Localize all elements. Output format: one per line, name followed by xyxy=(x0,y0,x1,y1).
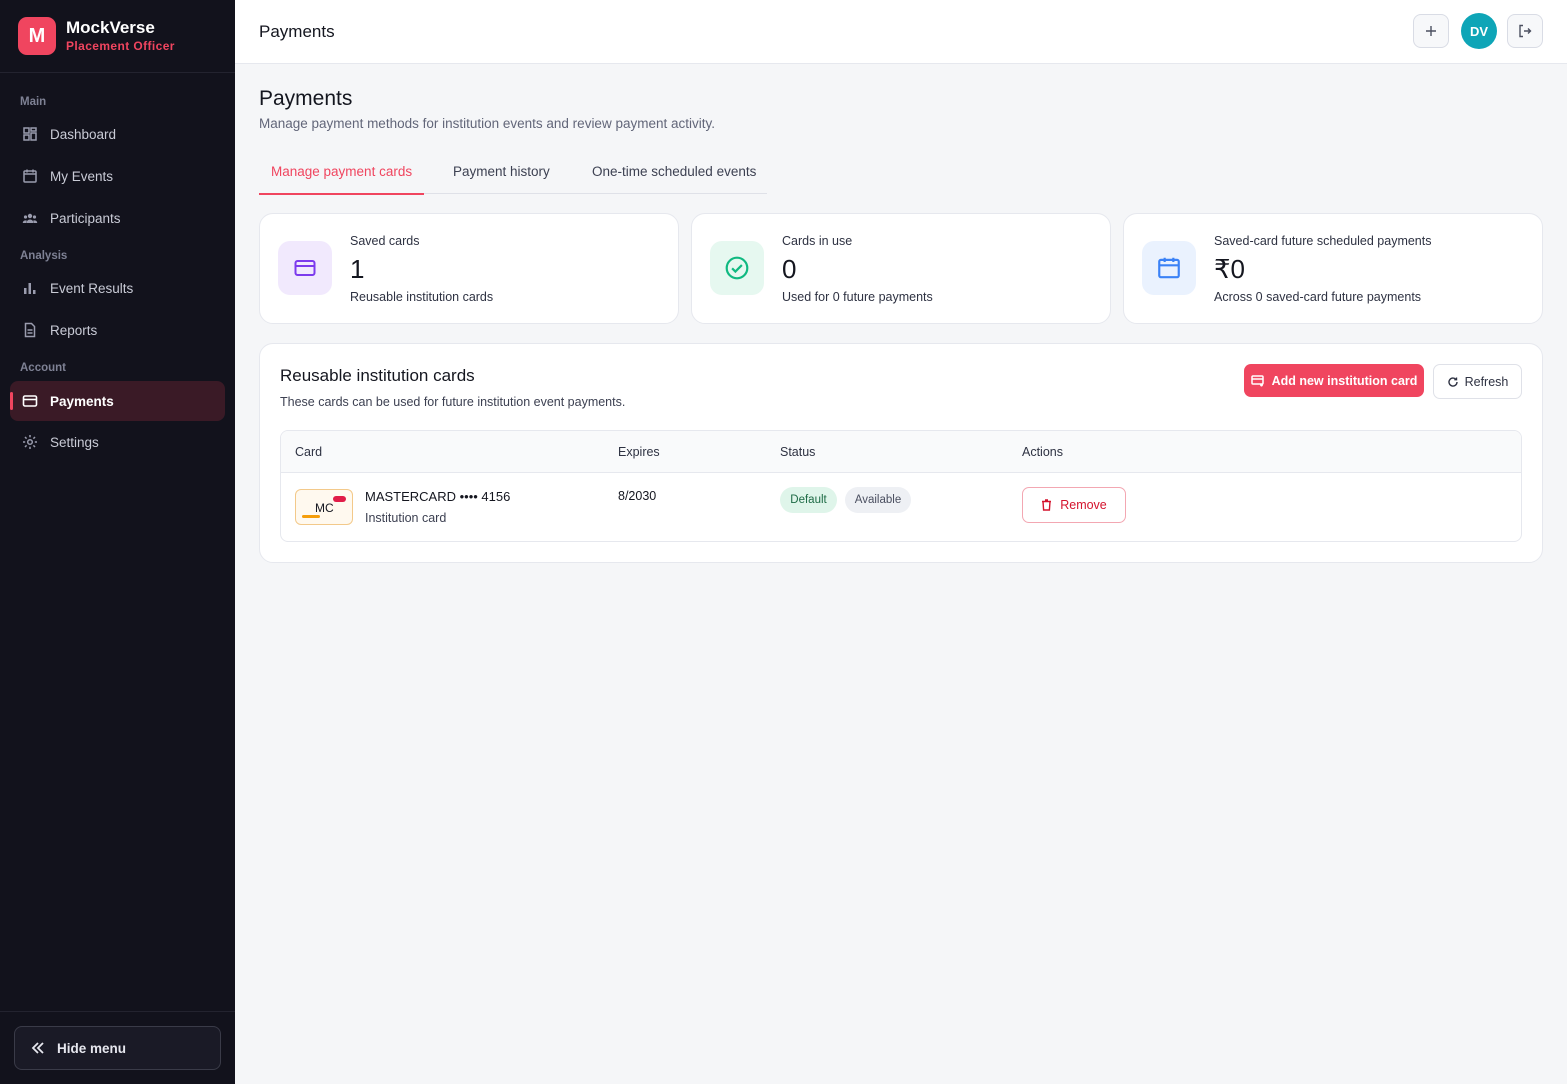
sidebar-item-label: Participants xyxy=(50,210,121,226)
sidebar-item-reports[interactable]: Reports xyxy=(10,310,225,350)
stat-label: Saved-card future scheduled payments xyxy=(1214,234,1432,248)
sidebar-item-settings[interactable]: Settings xyxy=(10,422,225,462)
card-expires: 8/2030 xyxy=(618,489,657,503)
stat-icon-wrap xyxy=(710,241,764,295)
add-institution-card-button[interactable]: Add new institution card xyxy=(1244,364,1424,397)
sidebar-item-participants[interactable]: Participants xyxy=(10,198,225,238)
cards-table: Card Expires Status Actions MC MASTERCAR… xyxy=(280,430,1522,542)
stat-value: ₹0 xyxy=(1214,254,1246,284)
add-card-icon xyxy=(1250,374,1264,386)
add-button[interactable] xyxy=(1413,14,1449,48)
hide-menu-label: Hide menu xyxy=(57,1040,127,1056)
check-circle-icon xyxy=(725,256,749,280)
column-header-status: Status xyxy=(780,445,816,459)
trash-icon xyxy=(1042,499,1052,511)
sidebar-item-label: Event Results xyxy=(50,280,134,296)
page-title: Payments xyxy=(259,87,353,110)
sidebar-item-my-events[interactable]: My Events xyxy=(10,156,225,196)
stat-sub: Across 0 saved-card future payments xyxy=(1214,290,1422,304)
stat-label: Saved cards xyxy=(350,234,420,248)
calendar-icon xyxy=(23,169,37,183)
refresh-button[interactable]: Refresh xyxy=(1433,364,1522,399)
refresh-label: Refresh xyxy=(1464,374,1509,389)
sidebar-item-dashboard[interactable]: Dashboard xyxy=(10,114,225,154)
column-header-card: Card xyxy=(295,445,323,459)
plus-icon xyxy=(1426,26,1436,36)
table-header: Card Expires Status Actions xyxy=(281,431,1521,473)
sidebar-footer: Hide menu xyxy=(0,1011,235,1084)
brand-logo: M xyxy=(18,17,56,55)
logout-button[interactable] xyxy=(1507,14,1543,48)
sidebar-item-label: My Events xyxy=(50,168,114,184)
stat-sub: Reusable institution cards xyxy=(350,290,494,304)
credit-card-icon xyxy=(22,395,38,407)
stat-card-saved-cards: Saved cards 1 Reusable institution cards xyxy=(259,213,679,324)
stat-card-cards-in-use: Cards in use 0 Used for 0 future payment… xyxy=(691,213,1111,324)
hide-menu-button[interactable]: Hide menu xyxy=(14,1026,221,1070)
institution-cards-panel: Reusable institution cards These cards c… xyxy=(259,343,1543,563)
tabs: Manage payment cards Payment history One… xyxy=(259,158,767,195)
nav-section-account: Account xyxy=(20,362,66,374)
card-name: MASTERCARD •••• 4156 xyxy=(365,489,511,504)
stat-card-future-payments: Saved-card future scheduled payments ₹0 … xyxy=(1123,213,1543,324)
tab-manage-payment-cards[interactable]: Manage payment cards xyxy=(259,158,424,195)
stat-value: 0 xyxy=(782,254,797,284)
dashboard-icon xyxy=(23,127,37,141)
sidebar-item-payments[interactable]: Payments xyxy=(10,381,225,421)
card-brand-abbrev: MC xyxy=(315,501,334,515)
remove-label: Remove xyxy=(1060,498,1107,512)
status-badge-available: Available xyxy=(845,487,911,513)
avatar[interactable]: DV xyxy=(1461,13,1497,49)
stat-icon-wrap xyxy=(278,241,332,295)
nav-section-analysis: Analysis xyxy=(20,250,68,262)
add-institution-card-label: Add new institution card xyxy=(1271,373,1418,388)
sidebar-item-label: Dashboard xyxy=(50,126,117,142)
refresh-icon xyxy=(1447,376,1458,387)
brand: M MockVerse Placement Officer xyxy=(0,0,235,73)
bar-chart-icon xyxy=(24,283,36,294)
topbar-title: Payments xyxy=(259,22,335,41)
credit-card-icon xyxy=(294,260,316,276)
sidebar: M MockVerse Placement Officer Main Dashb… xyxy=(0,0,235,1084)
stat-label: Cards in use xyxy=(782,234,853,248)
column-header-expires: Expires xyxy=(618,445,660,459)
tab-one-time-scheduled-events[interactable]: One-time scheduled events xyxy=(592,158,756,194)
sidebar-item-event-results[interactable]: Event Results xyxy=(10,268,225,308)
chevrons-left-icon xyxy=(31,1042,44,1054)
sidebar-item-label: Reports xyxy=(50,322,98,338)
users-icon xyxy=(22,213,38,223)
column-header-actions: Actions xyxy=(1022,445,1063,459)
sidebar-item-label: Payments xyxy=(50,393,114,409)
topbar: Payments DV xyxy=(235,0,1567,64)
mastercard-logo: MC xyxy=(295,489,353,525)
page-subtitle: Manage payment methods for institution e… xyxy=(259,116,715,131)
stat-icon-wrap xyxy=(1142,241,1196,295)
brand-name: MockVerse xyxy=(66,18,155,37)
calendar-icon xyxy=(1158,257,1180,279)
remove-card-button[interactable]: Remove xyxy=(1022,487,1126,523)
document-icon xyxy=(24,322,36,338)
tab-payment-history[interactable]: Payment history xyxy=(453,158,550,194)
gear-icon xyxy=(23,435,37,449)
logout-icon xyxy=(1519,24,1532,38)
status-badge-default: Default xyxy=(780,487,837,513)
sidebar-item-label: Settings xyxy=(50,434,99,450)
stat-sub: Used for 0 future payments xyxy=(782,290,933,304)
panel-title: Reusable institution cards xyxy=(280,366,475,385)
nav-section-main: Main xyxy=(20,96,47,108)
panel-subtitle: These cards can be used for future insti… xyxy=(280,395,626,409)
card-type: Institution card xyxy=(365,511,447,525)
brand-role: Placement Officer xyxy=(66,39,175,53)
stat-value: 1 xyxy=(350,254,365,284)
